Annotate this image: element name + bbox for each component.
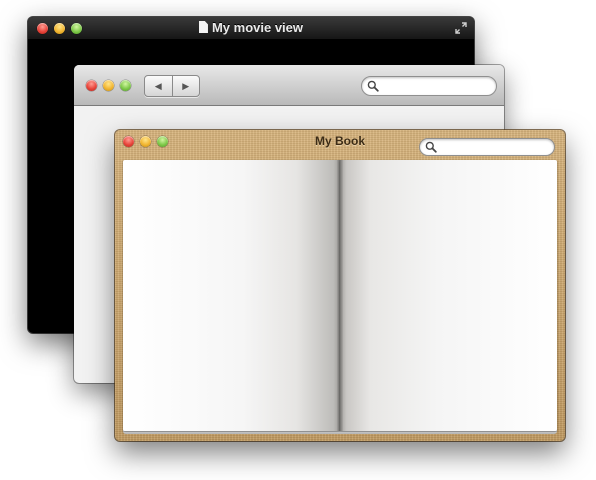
book-search-input[interactable] — [438, 140, 546, 154]
browser-search-input[interactable] — [380, 78, 488, 94]
browser-window-toolbar[interactable]: ◀ ▶ — [74, 65, 504, 106]
movie-window-title-text: My movie view — [211, 20, 304, 35]
fullscreen-icon[interactable] — [455, 22, 467, 34]
book-spine — [337, 160, 343, 431]
close-button[interactable] — [86, 80, 97, 91]
minimize-button[interactable] — [103, 80, 114, 91]
back-button[interactable]: ◀ — [145, 76, 172, 96]
book-window[interactable]: My Book — [115, 130, 565, 441]
left-page[interactable] — [123, 160, 340, 431]
back-arrow-icon: ◀ — [154, 80, 162, 91]
forward-button[interactable]: ▶ — [171, 76, 200, 96]
right-page[interactable] — [340, 160, 557, 431]
zoom-button[interactable] — [120, 80, 131, 91]
browser-window-traffic-lights — [86, 80, 131, 91]
search-icon — [367, 80, 379, 92]
movie-window-title: My movie view — [28, 20, 474, 35]
document-icon — [198, 21, 208, 33]
movie-window-titlebar[interactable]: My movie view — [28, 17, 474, 40]
search-icon — [425, 141, 437, 153]
back-forward-control: ◀ ▶ — [144, 75, 200, 97]
browser-search-field[interactable] — [361, 76, 497, 96]
desktop: My movie view ◀ ▶ My Book — [0, 0, 596, 480]
book-search-field[interactable] — [419, 138, 555, 156]
forward-arrow-icon: ▶ — [182, 80, 190, 91]
open-book — [123, 160, 557, 434]
